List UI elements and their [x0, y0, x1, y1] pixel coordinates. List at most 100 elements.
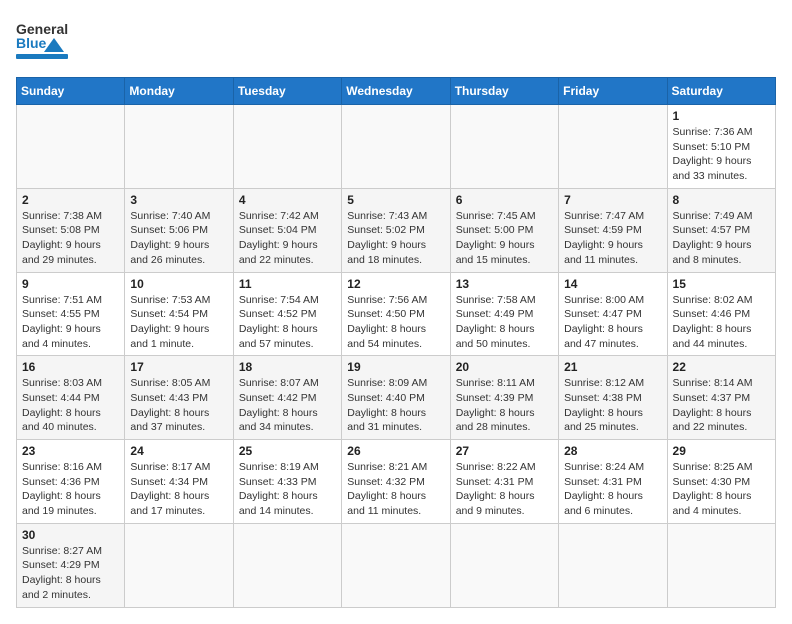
calendar-week-1: 1 Sunrise: 7:36 AMSunset: 5:10 PMDaylight…: [17, 105, 776, 189]
calendar-cell: [17, 105, 125, 189]
day-info: Sunrise: 8:02 AMSunset: 4:46 PMDaylight:…: [673, 293, 770, 352]
day-info: Sunrise: 8:21 AMSunset: 4:32 PMDaylight:…: [347, 460, 444, 519]
day-number: 8: [673, 193, 770, 207]
day-info: Sunrise: 7:56 AMSunset: 4:50 PMDaylight:…: [347, 293, 444, 352]
day-info: Sunrise: 8:09 AMSunset: 4:40 PMDaylight:…: [347, 376, 444, 435]
day-number: 15: [673, 277, 770, 291]
calendar-cell: [342, 523, 450, 607]
day-number: 5: [347, 193, 444, 207]
day-number: 23: [22, 444, 119, 458]
calendar-cell: 17 Sunrise: 8:05 AMSunset: 4:43 PMDayligh…: [125, 356, 233, 440]
day-number: 1: [673, 109, 770, 123]
calendar-header: SundayMondayTuesdayWednesdayThursdayFrid…: [17, 78, 776, 105]
day-info: Sunrise: 8:14 AMSunset: 4:37 PMDaylight:…: [673, 376, 770, 435]
day-number: 4: [239, 193, 336, 207]
calendar-cell: 10 Sunrise: 7:53 AMSunset: 4:54 PMDayligh…: [125, 272, 233, 356]
calendar-cell: 16 Sunrise: 8:03 AMSunset: 4:44 PMDayligh…: [17, 356, 125, 440]
day-number: 29: [673, 444, 770, 458]
day-number: 14: [564, 277, 661, 291]
calendar-cell: 2 Sunrise: 7:38 AMSunset: 5:08 PMDaylight…: [17, 188, 125, 272]
day-number: 28: [564, 444, 661, 458]
day-number: 25: [239, 444, 336, 458]
calendar-cell: 6 Sunrise: 7:45 AMSunset: 5:00 PMDaylight…: [450, 188, 558, 272]
day-info: Sunrise: 8:19 AMSunset: 4:33 PMDaylight:…: [239, 460, 336, 519]
day-info: Sunrise: 8:17 AMSunset: 4:34 PMDaylight:…: [130, 460, 227, 519]
day-number: 20: [456, 360, 553, 374]
day-info: Sunrise: 7:38 AMSunset: 5:08 PMDaylight:…: [22, 209, 119, 268]
day-number: 19: [347, 360, 444, 374]
calendar-week-6: 30Sunrise: 8:27 AMSunset: 4:29 PMDayligh…: [17, 523, 776, 607]
day-info: Sunrise: 8:11 AMSunset: 4:39 PMDaylight:…: [456, 376, 553, 435]
logo-icon: General Blue: [16, 16, 68, 69]
calendar-cell: 14 Sunrise: 8:00 AMSunset: 4:47 PMDayligh…: [559, 272, 667, 356]
calendar-cell: 5 Sunrise: 7:43 AMSunset: 5:02 PMDaylight…: [342, 188, 450, 272]
calendar-cell: 7 Sunrise: 7:47 AMSunset: 4:59 PMDaylight…: [559, 188, 667, 272]
day-info: Sunrise: 7:49 AMSunset: 4:57 PMDaylight:…: [673, 209, 770, 268]
calendar-cell: 19 Sunrise: 8:09 AMSunset: 4:40 PMDayligh…: [342, 356, 450, 440]
day-info: Sunrise: 7:42 AMSunset: 5:04 PMDaylight:…: [239, 209, 336, 268]
calendar-cell: 23Sunrise: 8:16 AMSunset: 4:36 PMDayligh…: [17, 440, 125, 524]
day-number: 9: [22, 277, 119, 291]
day-number: 7: [564, 193, 661, 207]
day-number: 6: [456, 193, 553, 207]
day-number: 10: [130, 277, 227, 291]
calendar-cell: [667, 523, 775, 607]
day-info: Sunrise: 7:53 AMSunset: 4:54 PMDaylight:…: [130, 293, 227, 352]
day-info: Sunrise: 7:40 AMSunset: 5:06 PMDaylight:…: [130, 209, 227, 268]
calendar-cell: 20 Sunrise: 8:11 AMSunset: 4:39 PMDayligh…: [450, 356, 558, 440]
weekday-header-thursday: Thursday: [450, 78, 558, 105]
day-info: Sunrise: 7:51 AMSunset: 4:55 PMDaylight:…: [22, 293, 119, 352]
weekday-header-wednesday: Wednesday: [342, 78, 450, 105]
calendar-cell: [559, 523, 667, 607]
day-info: Sunrise: 8:03 AMSunset: 4:44 PMDaylight:…: [22, 376, 119, 435]
weekday-header-saturday: Saturday: [667, 78, 775, 105]
calendar-cell: 26Sunrise: 8:21 AMSunset: 4:32 PMDayligh…: [342, 440, 450, 524]
calendar-cell: 18Sunrise: 8:07 AMSunset: 4:42 PMDayligh…: [233, 356, 341, 440]
calendar-cell: [450, 105, 558, 189]
weekday-header-tuesday: Tuesday: [233, 78, 341, 105]
day-number: 30: [22, 528, 119, 542]
calendar-cell: [233, 105, 341, 189]
weekday-header-sunday: Sunday: [17, 78, 125, 105]
day-number: 24: [130, 444, 227, 458]
day-number: 12: [347, 277, 444, 291]
calendar-cell: 4 Sunrise: 7:42 AMSunset: 5:04 PMDaylight…: [233, 188, 341, 272]
day-number: 11: [239, 277, 336, 291]
calendar-cell: 24 Sunrise: 8:17 AMSunset: 4:34 PMDayligh…: [125, 440, 233, 524]
calendar-cell: 13Sunrise: 7:58 AMSunset: 4:49 PMDayligh…: [450, 272, 558, 356]
calendar-cell: 25 Sunrise: 8:19 AMSunset: 4:33 PMDayligh…: [233, 440, 341, 524]
day-number: 27: [456, 444, 553, 458]
day-info: Sunrise: 7:47 AMSunset: 4:59 PMDaylight:…: [564, 209, 661, 268]
day-info: Sunrise: 8:12 AMSunset: 4:38 PMDaylight:…: [564, 376, 661, 435]
day-info: Sunrise: 7:45 AMSunset: 5:00 PMDaylight:…: [456, 209, 553, 268]
calendar-week-5: 23Sunrise: 8:16 AMSunset: 4:36 PMDayligh…: [17, 440, 776, 524]
day-number: 2: [22, 193, 119, 207]
calendar-cell: 28Sunrise: 8:24 AMSunset: 4:31 PMDayligh…: [559, 440, 667, 524]
calendar-cell: 9 Sunrise: 7:51 AMSunset: 4:55 PMDaylight…: [17, 272, 125, 356]
day-number: 21: [564, 360, 661, 374]
calendar-cell: 30Sunrise: 8:27 AMSunset: 4:29 PMDayligh…: [17, 523, 125, 607]
calendar-cell: 3Sunrise: 7:40 AMSunset: 5:06 PMDaylight…: [125, 188, 233, 272]
calendar-table: SundayMondayTuesdayWednesdayThursdayFrid…: [16, 77, 776, 608]
calendar-cell: [450, 523, 558, 607]
calendar-week-4: 16 Sunrise: 8:03 AMSunset: 4:44 PMDayligh…: [17, 356, 776, 440]
page-header: General Blue: [16, 16, 776, 69]
day-info: Sunrise: 7:36 AMSunset: 5:10 PMDaylight:…: [673, 125, 770, 184]
day-info: Sunrise: 8:00 AMSunset: 4:47 PMDaylight:…: [564, 293, 661, 352]
calendar-cell: [125, 105, 233, 189]
day-number: 16: [22, 360, 119, 374]
weekday-header-friday: Friday: [559, 78, 667, 105]
day-info: Sunrise: 7:43 AMSunset: 5:02 PMDaylight:…: [347, 209, 444, 268]
day-info: Sunrise: 7:54 AMSunset: 4:52 PMDaylight:…: [239, 293, 336, 352]
day-info: Sunrise: 7:58 AMSunset: 4:49 PMDaylight:…: [456, 293, 553, 352]
calendar-body: 1 Sunrise: 7:36 AMSunset: 5:10 PMDaylight…: [17, 105, 776, 608]
day-number: 17: [130, 360, 227, 374]
calendar-cell: [125, 523, 233, 607]
calendar-cell: 11 Sunrise: 7:54 AMSunset: 4:52 PMDayligh…: [233, 272, 341, 356]
day-info: Sunrise: 8:05 AMSunset: 4:43 PMDaylight:…: [130, 376, 227, 435]
weekday-row: SundayMondayTuesdayWednesdayThursdayFrid…: [17, 78, 776, 105]
calendar-cell: 29Sunrise: 8:25 AMSunset: 4:30 PMDayligh…: [667, 440, 775, 524]
day-number: 18: [239, 360, 336, 374]
weekday-header-monday: Monday: [125, 78, 233, 105]
logo: General Blue: [16, 16, 68, 69]
